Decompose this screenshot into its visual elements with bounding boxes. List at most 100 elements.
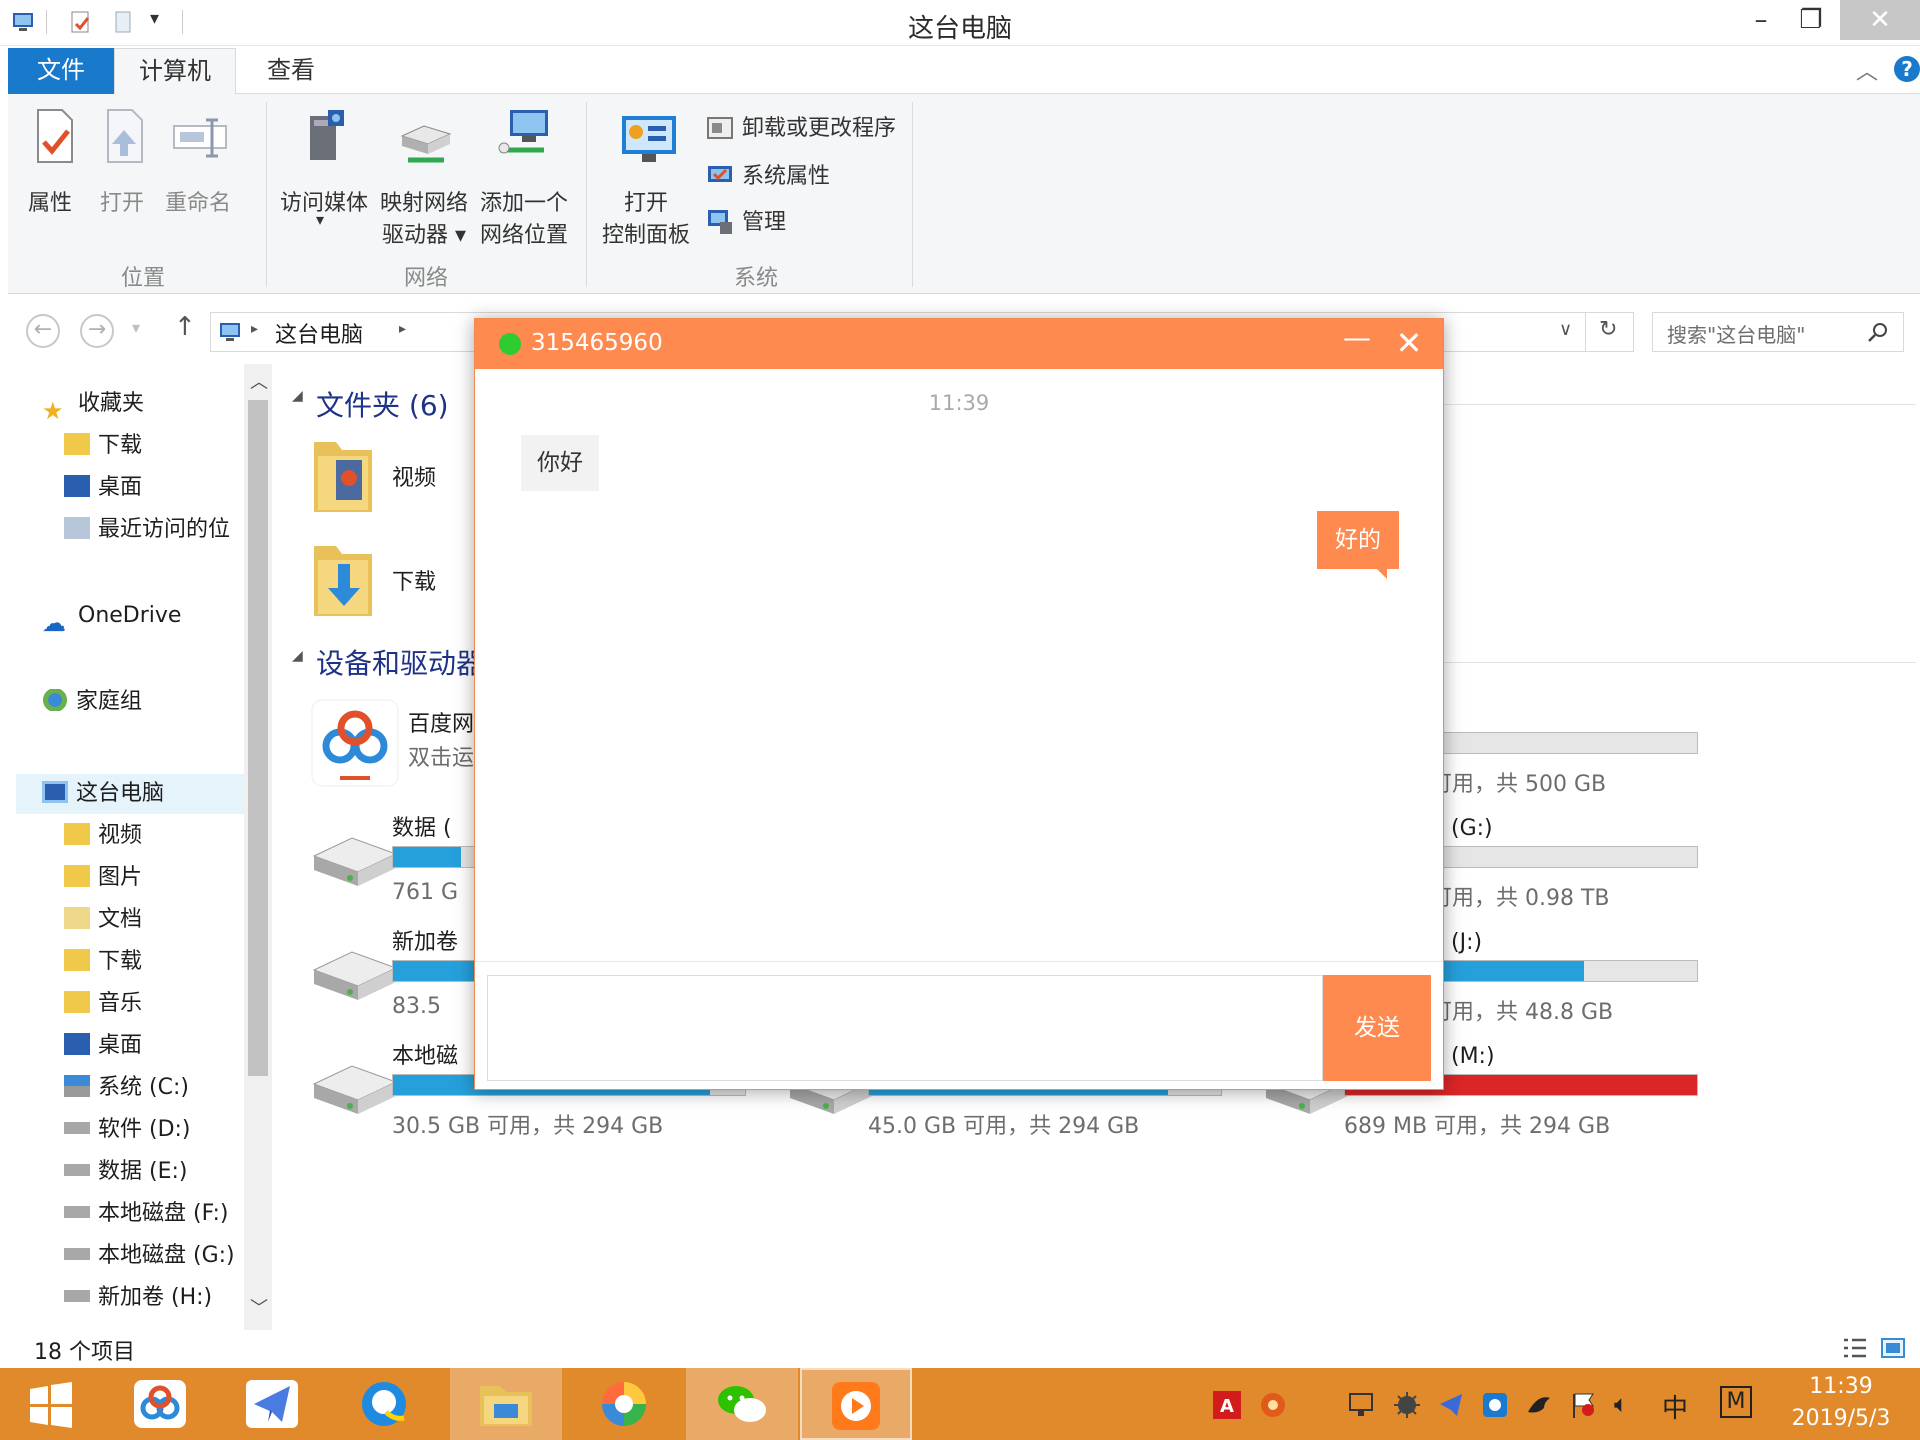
qat-dropdown-icon[interactable]: ▾ xyxy=(150,8,159,29)
nav-scrollbar[interactable]: ︿ ﹀ xyxy=(244,364,272,1330)
input-method-icon[interactable] xyxy=(1480,1390,1510,1420)
system-properties-label: 系统属性 xyxy=(742,164,831,189)
open-button[interactable]: 打开 xyxy=(90,108,154,228)
large-icons-view-icon[interactable] xyxy=(1880,1336,1906,1360)
nav-item-videos[interactable]: 视频 xyxy=(64,816,142,856)
nav-item-downloads[interactable]: 下载 xyxy=(64,426,142,466)
media-server-icon xyxy=(310,110,344,160)
clock-time[interactable]: 11:39 xyxy=(1780,1374,1902,1399)
breadcrumb-this-pc[interactable]: 这台电脑 xyxy=(275,317,363,349)
nav-item-documents[interactable]: 文档 xyxy=(64,900,142,940)
network-adapter-icon[interactable] xyxy=(1346,1390,1376,1420)
nav-scroll-thumb[interactable] xyxy=(248,400,268,1076)
nav-item-drive-c[interactable]: 系统 (C:) xyxy=(64,1068,189,1108)
nav-item-downloads[interactable]: 下载 xyxy=(64,942,142,982)
details-view-icon[interactable] xyxy=(1842,1336,1868,1360)
paper-plane-tray-icon[interactable] xyxy=(1436,1390,1466,1420)
nav-item-desktop[interactable]: 桌面 xyxy=(64,1026,142,1066)
taskbar-file-explorer[interactable] xyxy=(450,1368,562,1440)
add-network-location-button[interactable]: 添加一个 网络位置 xyxy=(476,108,572,248)
address-dropdown-icon[interactable]: ∨ xyxy=(1559,319,1572,340)
taskbar-media-player[interactable] xyxy=(800,1368,912,1440)
nav-item-drive-f[interactable]: 本地磁盘 (F:) xyxy=(64,1194,229,1234)
browser-icon xyxy=(602,1382,646,1426)
breadcrumb-chevron-icon[interactable]: ▸ xyxy=(251,321,258,337)
folders-section-title[interactable]: 文件夹 (6) xyxy=(316,384,449,424)
programs-icon xyxy=(707,117,733,139)
collapse-ribbon-icon[interactable]: ︿ xyxy=(1856,54,1878,86)
nav-item-pictures[interactable]: 图片 xyxy=(64,858,142,898)
access-media-button[interactable]: 访问媒体 ▾ xyxy=(276,108,372,238)
refresh-icon[interactable]: ↻ xyxy=(1599,317,1617,342)
volume-icon[interactable]: 🔈︎ xyxy=(1614,1390,1628,1418)
baidu-netdisk-icon xyxy=(311,699,399,787)
nav-label: 本地磁盘 (F:) xyxy=(98,1201,229,1226)
nav-item-drive-e[interactable]: 数据 (E:) xyxy=(64,1152,187,1192)
taskbar-mail-app[interactable] xyxy=(216,1368,328,1440)
taskbar-browser[interactable] xyxy=(568,1368,680,1440)
ime-language[interactable]: 中 xyxy=(1662,1388,1688,1425)
properties-label: 属性 xyxy=(27,191,72,216)
nav-item-desktop[interactable]: 桌面 xyxy=(64,468,142,508)
help-icon[interactable]: ? xyxy=(1892,54,1920,84)
back-button[interactable]: ← xyxy=(26,314,60,348)
nav-item-recent[interactable]: 最近访问的位 xyxy=(64,510,230,550)
scroll-up-icon[interactable]: ︿ xyxy=(250,368,268,394)
tab-file[interactable]: 文件 xyxy=(8,48,114,94)
tab-view[interactable]: 查看 xyxy=(236,48,346,94)
nav-homegroup[interactable]: 家庭组 xyxy=(42,682,142,722)
nav-label: 系统 (C:) xyxy=(98,1075,189,1100)
close-button[interactable]: ✕ xyxy=(1840,0,1920,40)
scroll-down-icon[interactable]: ﹀ xyxy=(250,1294,268,1320)
properties-button[interactable]: 属性 xyxy=(18,108,82,228)
forward-button[interactable]: → xyxy=(80,314,114,348)
chat-header[interactable]: 315465960 — ✕ xyxy=(475,319,1443,369)
nav-this-pc[interactable]: 这台电脑 xyxy=(42,774,164,814)
properties-icon[interactable] xyxy=(68,9,94,35)
up-button[interactable]: ↑ xyxy=(174,312,196,342)
recent-locations-icon[interactable]: ▾ xyxy=(132,318,140,337)
search-input[interactable]: 搜索"这台电脑" xyxy=(1652,312,1904,352)
nav-item-drive-h[interactable]: 新加卷 (H:) xyxy=(64,1278,212,1318)
folder-videos[interactable]: 视频 xyxy=(310,430,470,520)
nav-label: 视频 xyxy=(98,823,143,848)
map-network-drive-button[interactable]: 映射网络 驱动器 ▾ xyxy=(376,108,472,248)
action-center-flag-icon[interactable] xyxy=(1568,1390,1598,1420)
nav-onedrive[interactable]: ☁ OneDrive xyxy=(42,596,181,637)
taskbar-baidu-netdisk[interactable] xyxy=(104,1368,216,1440)
folder-downloads[interactable]: 下载 xyxy=(310,534,470,624)
new-folder-icon[interactable] xyxy=(110,9,136,35)
nav-item-drive-d[interactable]: 软件 (D:) xyxy=(64,1110,191,1150)
drive-name: 本地磁 xyxy=(392,1044,459,1069)
rename-button[interactable]: 重命名 xyxy=(158,108,238,228)
collapse-icon[interactable]: ◢ xyxy=(292,648,303,664)
virus-shield-icon[interactable] xyxy=(1392,1390,1422,1420)
send-button[interactable]: 发送 xyxy=(1323,975,1431,1081)
taskbar-wechat[interactable] xyxy=(686,1368,798,1440)
window-title: 这台电脑 xyxy=(907,14,1012,44)
adobe-icon[interactable]: A xyxy=(1212,1390,1242,1420)
chat-close-button[interactable]: ✕ xyxy=(1389,323,1429,363)
ime-mode[interactable]: M xyxy=(1720,1386,1752,1418)
collapse-icon[interactable]: ◢ xyxy=(292,388,303,404)
windows-start-icon[interactable] xyxy=(28,1382,74,1428)
drive-free-space: 可用，共 0.98 TB xyxy=(1430,886,1610,911)
homegroup-icon xyxy=(42,689,68,711)
clock-date[interactable]: 2019/5/3 xyxy=(1780,1406,1902,1431)
open-icon xyxy=(107,109,143,163)
search-icon[interactable] xyxy=(1867,321,1889,343)
nav-favorites[interactable]: ★ 收藏夹 xyxy=(42,384,144,425)
chat-message-input[interactable] xyxy=(487,975,1323,1081)
open-control-panel-button[interactable]: 打开 控制面板 xyxy=(596,108,696,248)
bird-icon[interactable] xyxy=(1524,1390,1554,1420)
nav-item-drive-g[interactable]: 本地磁盘 (G:) xyxy=(64,1236,235,1276)
nav-item-music[interactable]: 音乐 xyxy=(64,984,142,1024)
computer-icon[interactable] xyxy=(10,9,36,35)
breadcrumb-chevron-icon[interactable]: ▸ xyxy=(399,321,406,337)
chat-minimize-button[interactable]: — xyxy=(1337,323,1377,363)
taskbar-search-app[interactable] xyxy=(328,1368,440,1440)
devices-section-title[interactable]: 设备和驱动器 xyxy=(316,642,484,682)
maximize-button[interactable]: ❐ xyxy=(1782,0,1840,40)
tab-computer[interactable]: 计算机 xyxy=(114,48,236,94)
settings-gear-icon[interactable] xyxy=(1258,1390,1288,1420)
